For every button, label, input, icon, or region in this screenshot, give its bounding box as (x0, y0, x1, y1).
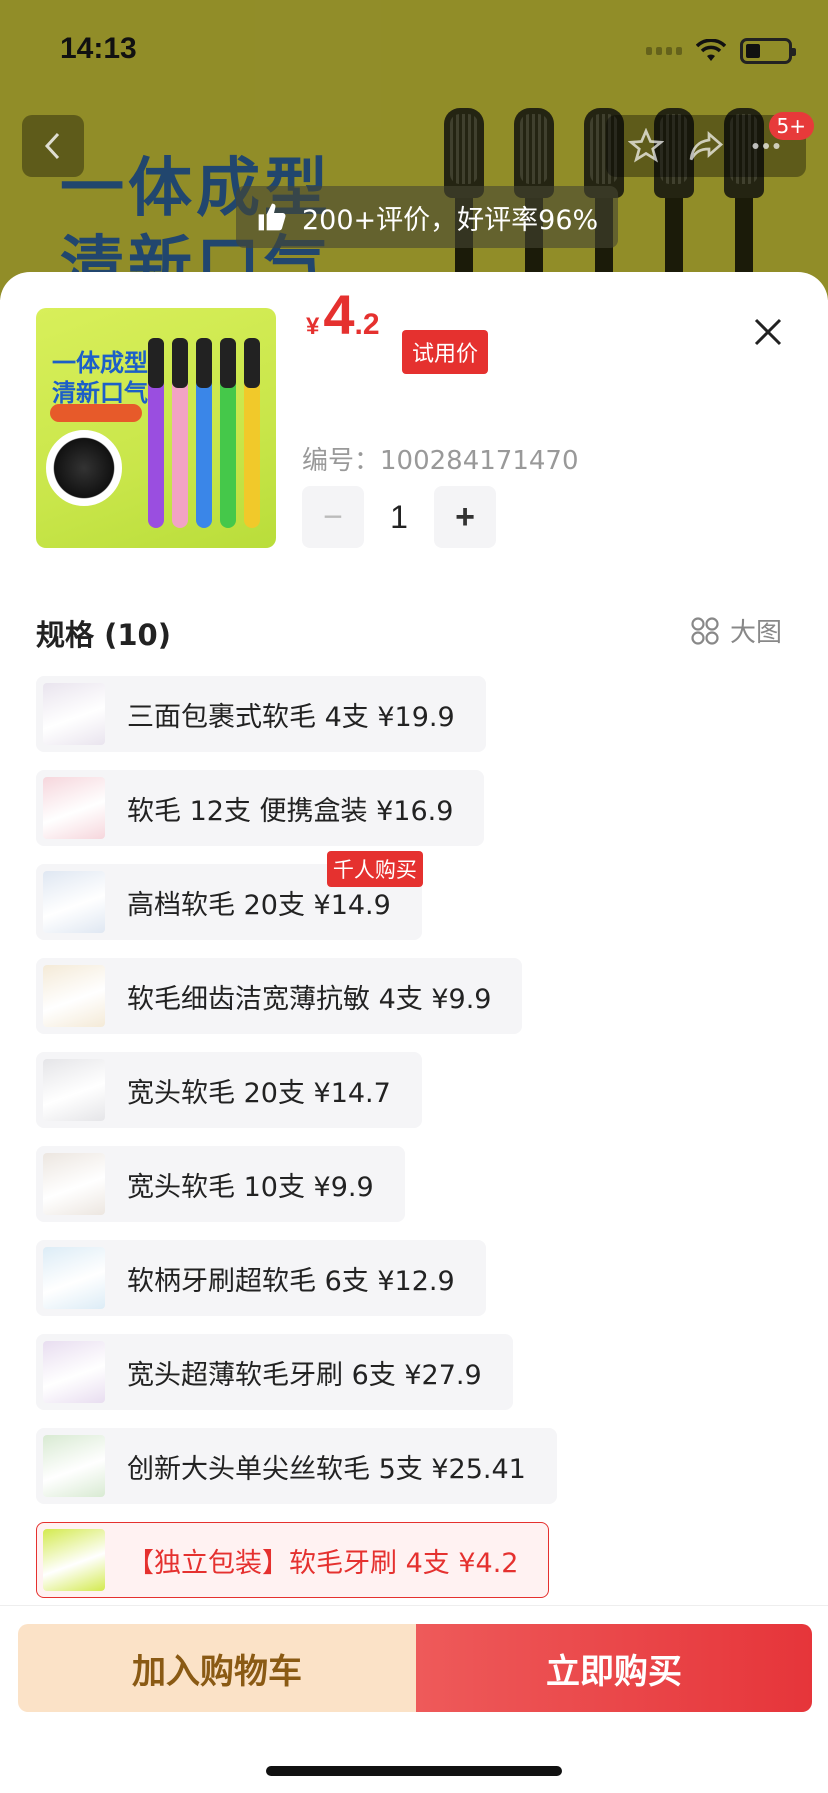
add-to-cart-button[interactable]: 加入购物车 (18, 1624, 416, 1712)
rating-summary: 200+评价，好评率96% (236, 186, 619, 248)
status-time: 14:13 (60, 32, 137, 65)
close-icon[interactable] (748, 312, 788, 352)
spec-selection-sheet: 一体成型 清新口气 ¥ 4 .2 试用价 编号：100284171470 − 1… (0, 272, 828, 1793)
home-indicator[interactable] (266, 1766, 562, 1776)
grid-view-icon (691, 616, 719, 645)
spec-option[interactable]: 三面包裹式软毛 4支 ¥19.9 (36, 676, 486, 752)
spec-option[interactable]: 高档软毛 20支 ¥14.9 千人购买 (36, 851, 423, 940)
spec-thumbnail (43, 683, 105, 745)
sku-number: 编号：100284171470 (302, 446, 579, 476)
spec-section-title: 规格 (10) (36, 618, 171, 652)
spec-thumbnail (43, 1153, 105, 1215)
big-image-toggle[interactable]: 大图 (690, 612, 782, 649)
spec-thumbnail (43, 1435, 105, 1497)
spec-thumbnail (43, 871, 105, 933)
spec-option-selected[interactable]: 【独立包装】软毛牙刷 4支 ¥4.2 (36, 1522, 550, 1598)
spec-option[interactable]: 宽头软毛 20支 ¥14.7 (36, 1052, 422, 1128)
rating-text: 200+评价，好评率96% (302, 204, 599, 236)
back-button[interactable] (22, 115, 84, 177)
decrease-quantity-button[interactable]: − (302, 486, 364, 548)
spec-option[interactable]: 软毛细齿洁宽薄抗敏 4支 ¥9.9 (36, 958, 523, 1034)
buy-now-button[interactable]: 立即购买 (416, 1624, 812, 1712)
chevron-left-icon (44, 132, 60, 160)
spec-thumbnail (43, 1341, 105, 1403)
spec-thumbnail (43, 1059, 105, 1121)
wifi-icon (696, 39, 726, 61)
spec-thumbnail (43, 777, 105, 839)
spec-option-list: 三面包裹式软毛 4支 ¥19.9 软毛 12支 便携盒装 ¥16.9 高档软毛 … (36, 676, 557, 1616)
quantity-stepper: − 1 + (302, 486, 496, 548)
cellular-signal-icon (646, 47, 682, 55)
quantity-value[interactable]: 1 (364, 499, 434, 536)
price: ¥ 4 .2 (306, 283, 380, 346)
increase-quantity-button[interactable]: + (434, 486, 496, 548)
cart-count-badge: 5+ (768, 112, 814, 140)
action-footer: 加入购物车 立即购买 (0, 1605, 828, 1793)
status-bar: 14:13 (0, 0, 828, 100)
battery-icon (740, 38, 796, 64)
spec-option[interactable]: 创新大头单尖丝软毛 5支 ¥25.41 (36, 1428, 557, 1504)
trial-price-tag: 试用价 (402, 330, 489, 374)
spec-thumbnail (43, 965, 105, 1027)
star-icon[interactable] (628, 128, 664, 164)
spec-thumbnail (43, 1529, 105, 1591)
thumbs-up-icon (258, 203, 286, 231)
spec-option[interactable]: 软柄牙刷超软毛 6支 ¥12.9 (36, 1240, 486, 1316)
popular-badge: 千人购买 (326, 851, 423, 887)
spec-option[interactable]: 宽头超薄软毛牙刷 6支 ¥27.9 (36, 1334, 513, 1410)
product-thumbnail[interactable]: 一体成型 清新口气 (36, 308, 276, 548)
share-icon[interactable] (688, 128, 724, 164)
spec-option[interactable]: 软毛 12支 便携盒装 ¥16.9 (36, 770, 485, 846)
spec-option[interactable]: 宽头软毛 10支 ¥9.9 (36, 1146, 405, 1222)
spec-thumbnail (43, 1247, 105, 1309)
